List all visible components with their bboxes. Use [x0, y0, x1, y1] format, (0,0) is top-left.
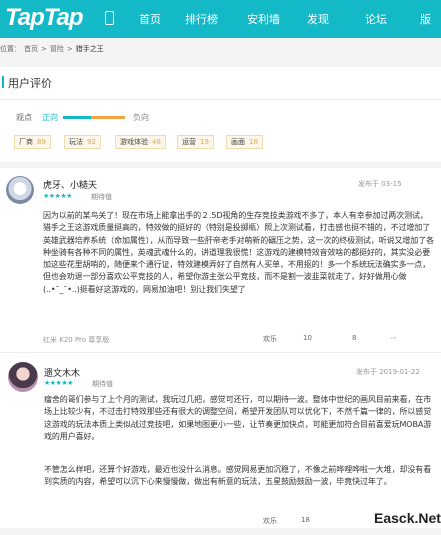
tag-experience[interactable]: 游戏体验 48: [115, 135, 166, 149]
divider: [0, 99, 441, 100]
like-count[interactable]: 10: [303, 334, 312, 342]
comment-count[interactable]: 8: [352, 334, 356, 342]
nav-forum[interactable]: 论坛: [365, 11, 387, 27]
breadcrumb-home[interactable]: 首页: [24, 45, 38, 53]
breadcrumb-adventure[interactable]: 冒险: [50, 45, 64, 53]
breadcrumb-current[interactable]: 猎手之王: [76, 45, 104, 53]
nav-home[interactable]: 首页: [139, 11, 161, 27]
tag-label: 运营: [182, 138, 196, 146]
funny-button[interactable]: 欢乐: [263, 516, 277, 526]
sentiment-label: 观点: [16, 113, 32, 122]
user-avatar[interactable]: [6, 176, 34, 204]
device-info: 红米 K20 Pro 尊享版: [43, 336, 110, 344]
star-rating: ★★★★★: [44, 379, 73, 387]
review-text: 瘤舍的哥们参与了上个月的测试，我玩过几把，感觉可还行，可以期待一波。整体中世纪的…: [44, 395, 432, 441]
tag-label: 厂商: [19, 138, 33, 146]
sentiment-positive: 正向: [42, 113, 58, 122]
breadcrumb-prefix: 位置：: [0, 45, 21, 53]
play-status: 期待值: [91, 193, 112, 201]
tag-label: 玩法: [69, 138, 83, 146]
tag-label: 画面: [231, 138, 245, 146]
mobile-phone-icon[interactable]: [105, 11, 114, 25]
tag-operations[interactable]: 运营 19: [177, 135, 214, 149]
nav-discover[interactable]: 发现: [307, 11, 329, 27]
review-username[interactable]: 遗文木木: [44, 366, 80, 379]
user-avatar[interactable]: [8, 362, 38, 392]
tag-label: 游戏体验: [120, 138, 148, 146]
tag-vendor[interactable]: 厂商 89: [14, 135, 51, 149]
watermark: Easck.Net: [374, 510, 441, 526]
section-title: 用户评价: [2, 76, 52, 90]
nav-ranking[interactable]: 排行榜: [185, 11, 218, 27]
top-navigation-bar: TapTap 首页 排行榜 安利墙 发现 论坛 版: [0, 0, 441, 38]
taptap-logo[interactable]: TapTap: [5, 4, 84, 32]
sentiment-bar-negative: [91, 116, 125, 119]
star-rating: ★★★★★: [43, 192, 72, 200]
tag-gameplay[interactable]: 玩法 92: [64, 135, 101, 149]
more-icon[interactable]: ⋯: [390, 334, 397, 342]
funny-button[interactable]: 欢乐: [263, 334, 277, 344]
breadcrumb-separator: >: [66, 45, 73, 53]
review-date: 发布于 03-15: [358, 180, 402, 188]
review-divider: [0, 352, 441, 353]
tag-count: 89: [37, 138, 46, 146]
review-text: 因为以前的某鸟关了！现在市场上能拿出手的２.5D视角的生存竞技类游戏不多了，本人…: [43, 211, 434, 294]
tag-count: 48: [152, 138, 161, 146]
breadcrumb-separator: >: [41, 45, 47, 53]
sentiment-negative: 负向: [133, 113, 149, 122]
tag-count: 19: [200, 138, 209, 146]
tag-count: 18: [249, 138, 258, 146]
nav-more[interactable]: 版: [420, 11, 431, 27]
tag-graphics[interactable]: 画面 18: [226, 135, 263, 149]
review-username[interactable]: 虎牙、小糙天: [43, 178, 97, 191]
breadcrumb: 位置： 首页 > 冒险 > 猎手之王: [0, 44, 107, 54]
play-status: 期待值: [92, 380, 113, 388]
review-text-paragraph-2: 不管怎么样吧，还算个好游戏，最近也没什么消息。感觉网易更加沉稳了，不像之前哗哩哗…: [44, 465, 432, 487]
like-count[interactable]: 18: [301, 516, 310, 524]
nav-recommend-wall[interactable]: 安利墙: [247, 11, 280, 27]
tag-count: 92: [87, 138, 96, 146]
review-date: 发布于 2019-01-22: [356, 368, 420, 376]
